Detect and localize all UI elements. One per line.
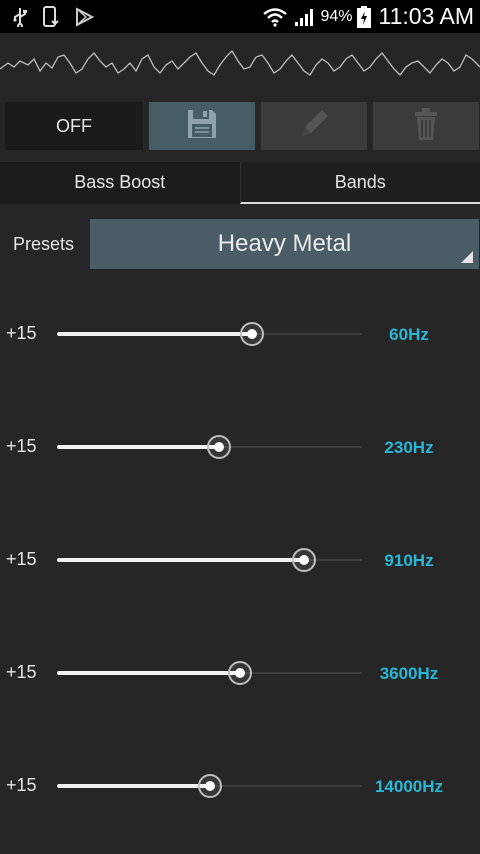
battery-percent: 94% xyxy=(320,7,353,25)
slider-thumb[interactable] xyxy=(228,661,252,685)
slider-fill xyxy=(57,558,305,562)
slider-thumb[interactable] xyxy=(292,548,317,572)
slider-thumb[interactable] xyxy=(240,322,265,346)
band-level-label: +15 xyxy=(6,775,37,795)
preset-dropdown[interactable]: Heavy Metal xyxy=(90,219,479,269)
save-icon xyxy=(185,107,219,146)
slider-fill xyxy=(57,784,210,788)
band-slider-3600hz[interactable] xyxy=(57,661,362,685)
band-frequency-label: 3600Hz xyxy=(379,664,439,683)
tab-bands[interactable]: Bands xyxy=(239,162,480,204)
slider-fill xyxy=(57,445,219,449)
band-level-label: +15 xyxy=(6,436,37,456)
play-store-icon xyxy=(74,6,94,27)
band-level-label: +15 xyxy=(6,662,37,682)
band-row-14000hz: +15 14000Hz xyxy=(0,765,480,805)
tab-bass-boost[interactable]: Bass Boost xyxy=(0,162,240,204)
presets-row: Presets Heavy Metal xyxy=(0,219,480,269)
band-slider-910hz[interactable] xyxy=(57,548,362,572)
band-frequency-label: 910Hz xyxy=(384,551,434,570)
clock: 11:03 AM xyxy=(378,3,474,29)
band-frequency-label: 60Hz xyxy=(389,325,429,344)
save-button[interactable] xyxy=(149,102,255,150)
status-bar: 94% 11:03 AM xyxy=(0,0,480,33)
band-level-label: +15 xyxy=(6,549,37,569)
pencil-icon xyxy=(296,106,332,147)
band-row-60hz: +15 60Hz xyxy=(0,313,480,353)
delete-button[interactable] xyxy=(373,102,479,150)
slider-fill xyxy=(57,671,240,675)
band-level-label: +15 xyxy=(6,323,37,343)
band-frequency-label: 230Hz xyxy=(384,438,434,457)
wifi-icon xyxy=(262,7,288,27)
band-slider-230hz[interactable] xyxy=(57,435,362,459)
band-row-910hz: +15 910Hz xyxy=(0,539,480,579)
slider-thumb[interactable] xyxy=(206,435,231,459)
slider-fill xyxy=(57,332,253,336)
power-toggle-button[interactable]: OFF xyxy=(5,102,143,150)
usb-icon xyxy=(12,7,28,27)
band-slider-14000hz[interactable] xyxy=(57,774,362,798)
preset-selected-value: Heavy Metal xyxy=(217,230,352,257)
tab-bar: Bass Boost Bands xyxy=(0,162,480,204)
presets-label: Presets xyxy=(13,234,75,254)
slider-thumb[interactable] xyxy=(197,774,222,798)
phone-download-icon xyxy=(42,5,60,28)
trash-icon xyxy=(412,106,440,147)
band-row-3600hz: +15 3600Hz xyxy=(0,652,480,692)
signal-icon xyxy=(294,7,316,27)
dropdown-arrow-icon xyxy=(461,251,473,263)
band-frequency-label: 14000Hz xyxy=(374,777,444,796)
band-row-230hz: +15 230Hz xyxy=(0,426,480,466)
waveform-visualizer xyxy=(0,33,480,103)
battery-charging-icon xyxy=(356,5,371,28)
edit-button[interactable] xyxy=(261,102,367,150)
band-slider-60hz[interactable] xyxy=(57,322,362,346)
toolbar: OFF xyxy=(5,102,479,150)
